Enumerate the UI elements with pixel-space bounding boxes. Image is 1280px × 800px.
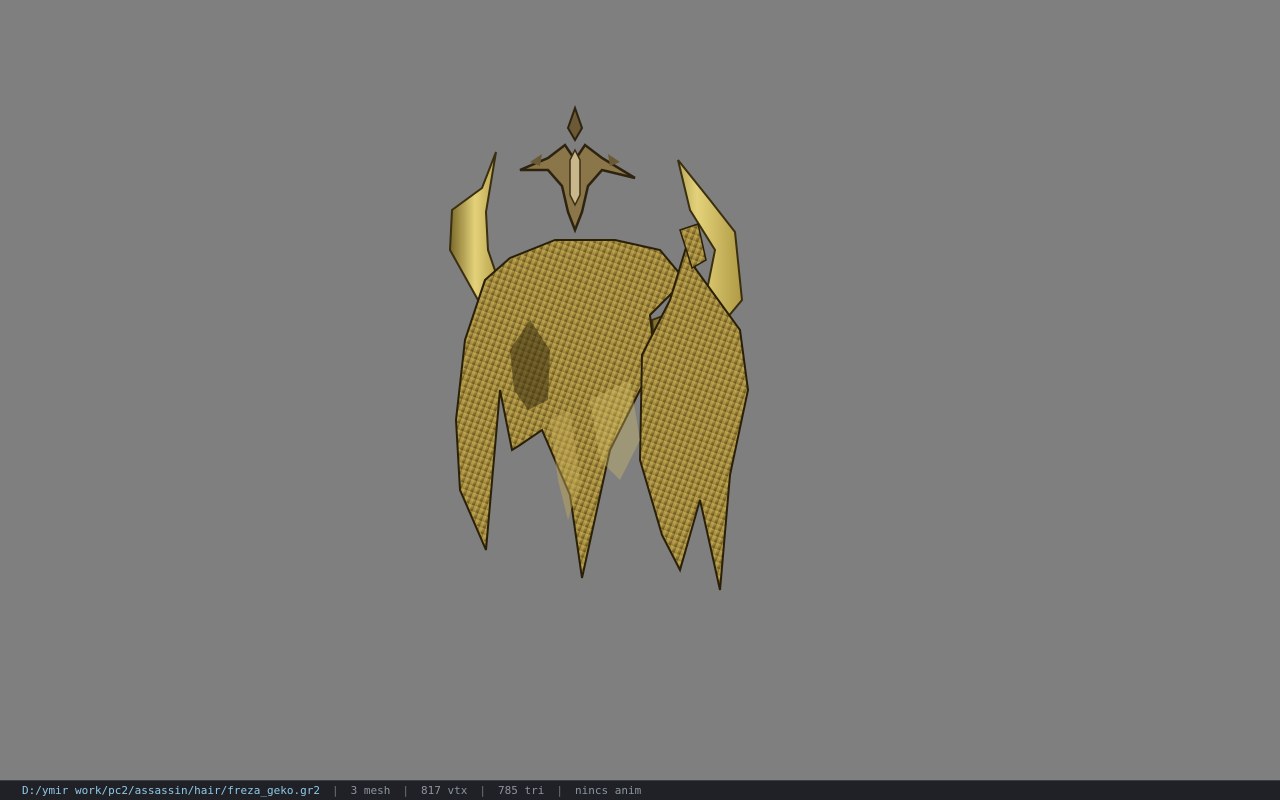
- hair-helmet-model: [448, 104, 750, 591]
- status-bar: D:/ymir work/pc2/assassin/hair/freza_gek…: [0, 780, 1280, 800]
- separator: |: [332, 784, 339, 797]
- vertex-count: 817 vtx: [421, 784, 468, 797]
- separator: |: [479, 784, 486, 797]
- triangle-count: 785 tri: [498, 784, 545, 797]
- mesh-count: 3 mesh: [350, 784, 391, 797]
- crest-ornament: [519, 104, 636, 234]
- 3d-viewport[interactable]: [0, 0, 1280, 780]
- hair-mass: [454, 223, 750, 591]
- file-path: D:/ymir work/pc2/assassin/hair/freza_gek…: [22, 784, 321, 797]
- separator: |: [402, 784, 410, 797]
- animation-status: nincs anim: [574, 784, 642, 797]
- separator: |: [556, 784, 563, 797]
